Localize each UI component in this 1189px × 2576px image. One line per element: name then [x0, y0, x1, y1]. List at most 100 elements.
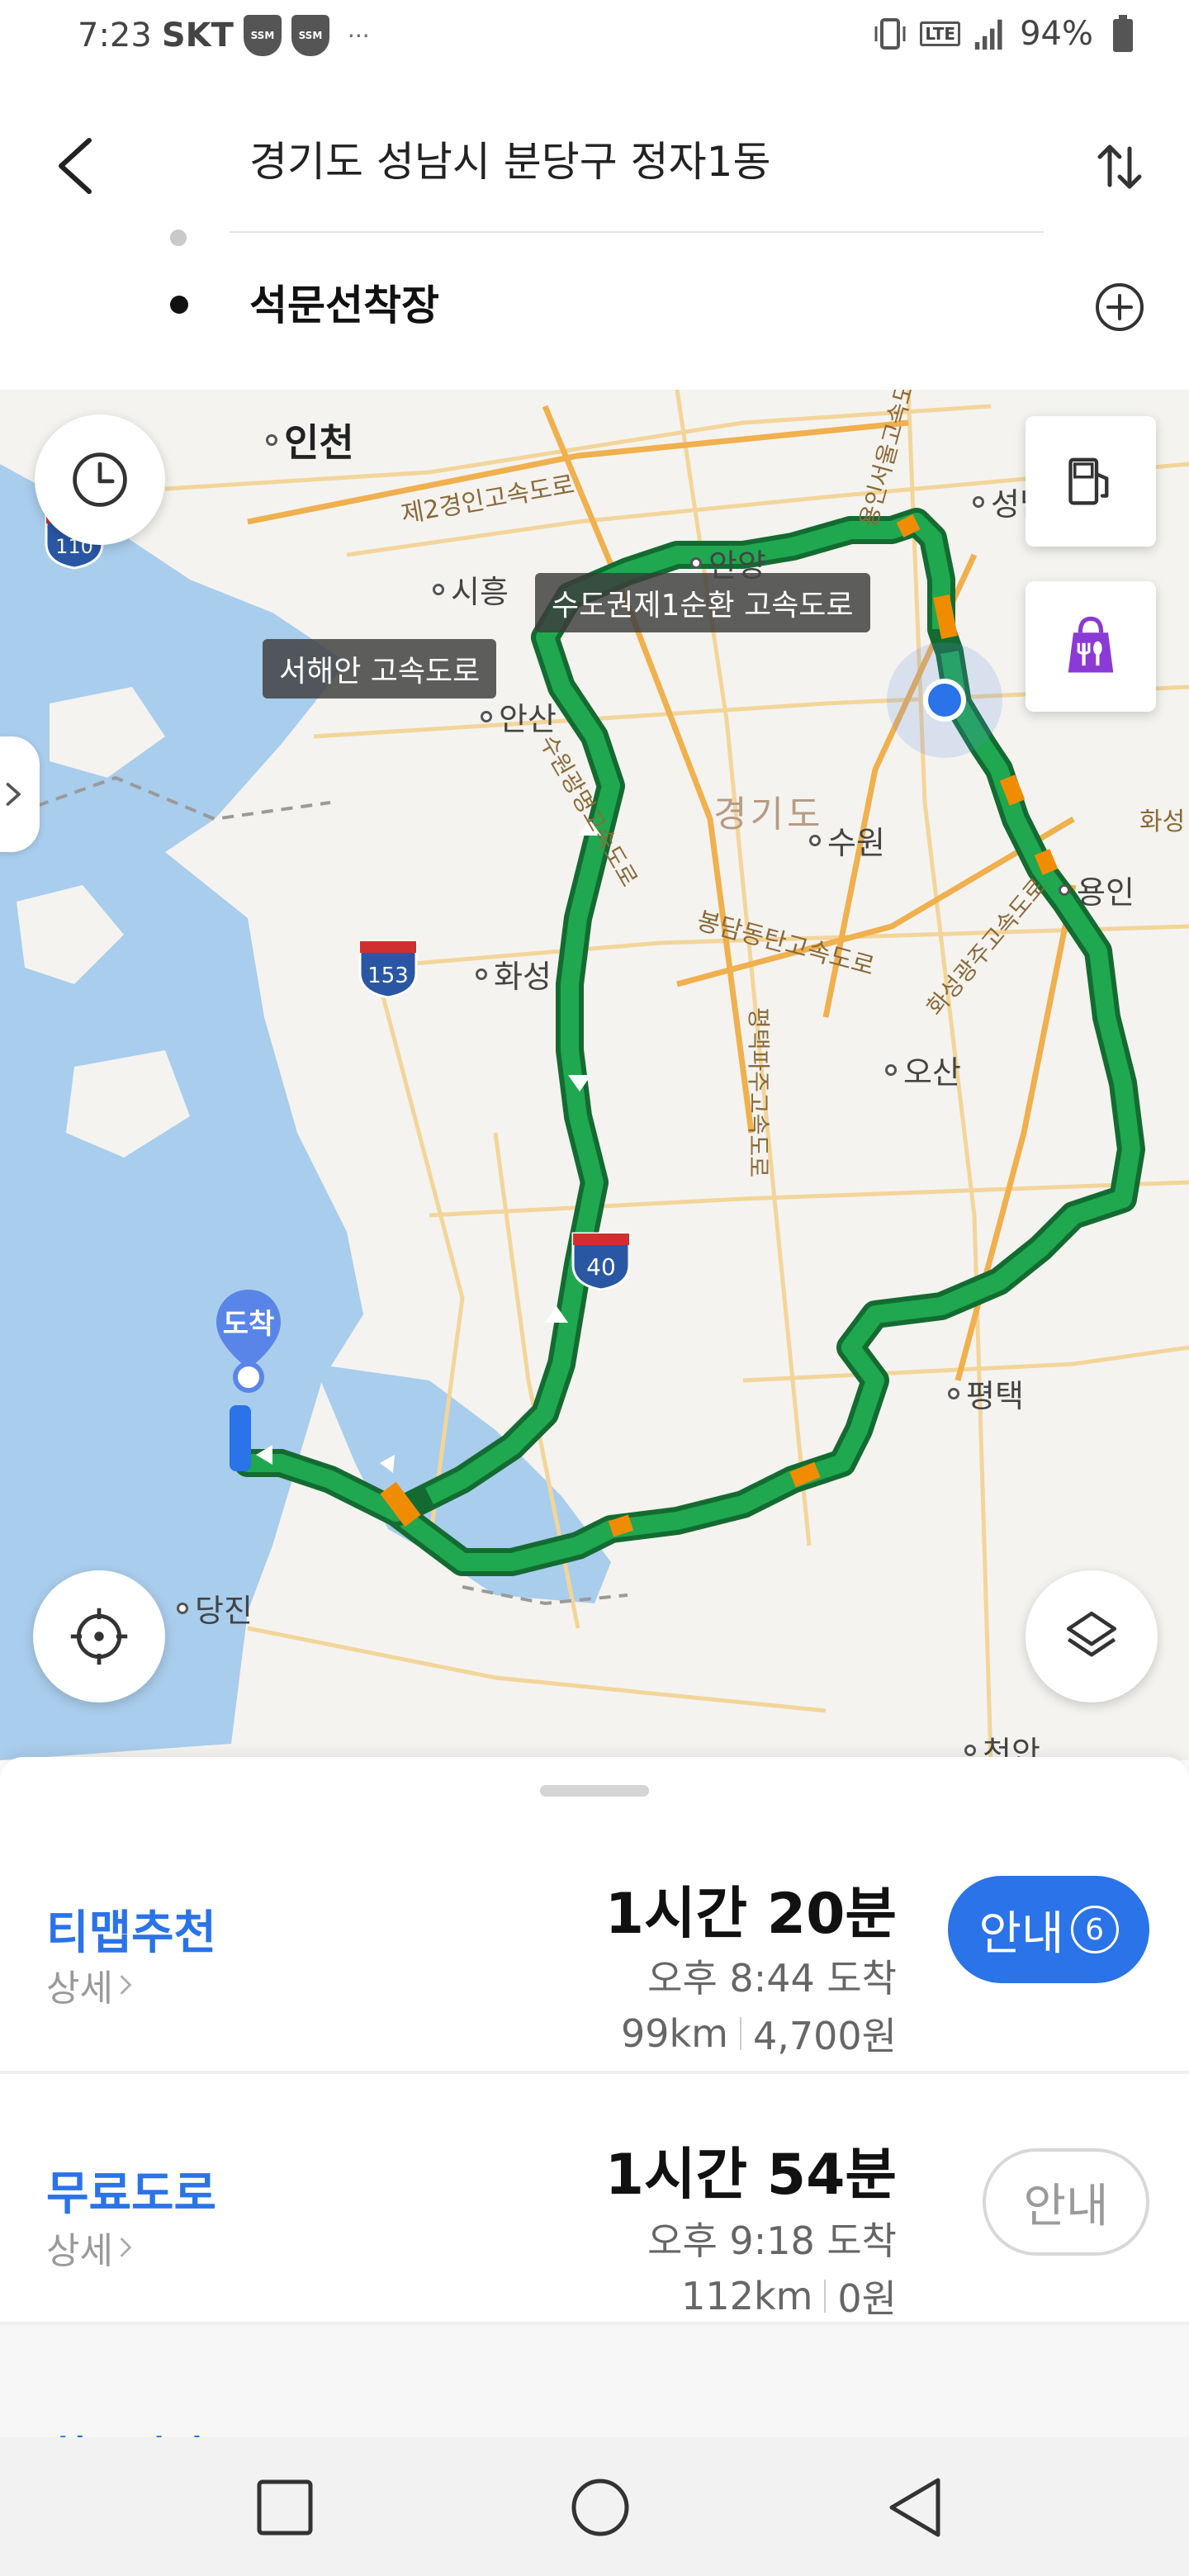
history-button[interactable]	[35, 414, 165, 545]
city-name: 안산	[499, 701, 557, 737]
route-option-name: 티맵추천	[46, 1906, 217, 1960]
route-detail-link[interactable]: 상세	[46, 1958, 133, 2011]
route-arrival-time: 오후 9:18 도착	[647, 2218, 897, 2263]
city-dot-icon	[177, 1602, 188, 1614]
status-bar: 7:23 SKT SSM SSM ··· LTE 94%	[0, 0, 1189, 79]
route-option-row[interactable]: 티맵추천 상세 1시간 20분 오후 8:44 도착 99km 4,700원 안…	[0, 1813, 1189, 2071]
city-dot-icon	[481, 710, 492, 722]
route-fee: 4,700원	[752, 2014, 897, 2058]
header-divider	[230, 231, 1044, 233]
city-name: 화성	[494, 959, 552, 995]
route-option-row[interactable]: 무료도로 상세 1시간 54분 오후 9:18 도착 112km 0원 안내	[0, 2076, 1189, 2333]
city-label: 인천	[266, 413, 354, 467]
city-label: 화성	[476, 951, 552, 997]
recents-icon[interactable]	[248, 2470, 322, 2545]
city-name: 당진	[195, 1593, 253, 1629]
map-view[interactable]: 수도권제1순환 고속도로 서해안 고속도로 인천 시흥 안양 안산 수원 용인 …	[0, 390, 1189, 1760]
side-panel-tab[interactable]	[0, 736, 40, 852]
origin-input[interactable]: 경기도 성남시 분당구 정자1동	[249, 129, 771, 188]
city-name: 수원	[827, 825, 885, 861]
chevron-right-icon	[6, 783, 21, 806]
route-options-sheet: 티맵추천 상세 1시간 20분 오후 8:44 도착 99km 4,700원 안…	[0, 1757, 1189, 2441]
arrival-pin-label: 도착	[222, 1308, 275, 1341]
restaurant-icon	[1068, 616, 1114, 673]
city-dot-icon	[973, 495, 984, 508]
city-label: 안산	[481, 694, 557, 739]
restaurant-button[interactable]	[1026, 581, 1156, 712]
city-label: 안양	[690, 540, 766, 585]
city-name: 평택	[966, 1378, 1024, 1414]
city-label: 용인	[1059, 867, 1135, 912]
city-label: 평택	[948, 1371, 1024, 1416]
city-dot-icon	[690, 556, 702, 569]
city-label: 당진	[177, 1585, 253, 1631]
road-label: 서해안 고속도로	[263, 639, 497, 698]
status-left: 7:23 SKT SSM SSM ···	[78, 15, 370, 56]
route-header: 경기도 성남시 분당구 정자1동 석문선착장	[0, 79, 1189, 390]
city-dot-icon	[476, 968, 487, 980]
back-arrow-icon[interactable]	[43, 129, 109, 203]
vibrate-icon	[874, 18, 906, 50]
status-more-icon: ···	[347, 21, 370, 50]
city-label: 천안	[964, 1727, 1040, 1760]
region-label: 경기도	[713, 793, 824, 836]
battery-icon	[1113, 15, 1133, 52]
destination-dot	[170, 296, 188, 314]
row-divider	[0, 2071, 1189, 2074]
road-name-text: 화성	[1139, 807, 1186, 836]
shield-number: 40	[586, 1253, 616, 1281]
locate-button[interactable]	[33, 1570, 165, 1702]
start-guidance-button[interactable]: 안내 6	[948, 1876, 1149, 1983]
more-route-options[interactable]: 최소시간	[0, 2325, 1189, 2441]
city-dot-icon	[433, 583, 444, 595]
gps-locate-icon	[70, 1608, 128, 1665]
ssm-badge-icon: SSM	[291, 15, 329, 56]
home-icon[interactable]	[563, 2470, 637, 2545]
add-waypoint-icon[interactable]	[1090, 277, 1149, 337]
city-dot-icon	[885, 1063, 897, 1076]
shield-number: 153	[367, 964, 409, 988]
guide-label: 안내	[978, 1906, 1064, 1961]
clock-icon	[73, 452, 127, 507]
sheet-drag-handle[interactable]	[540, 1785, 649, 1797]
route-detail-label: 상세	[46, 1968, 113, 2010]
city-name: 천안	[983, 1735, 1040, 1760]
city-dot-icon	[964, 1744, 976, 1756]
layers-icon	[1066, 1611, 1117, 1657]
route-duration: 1시간 54분	[604, 2143, 897, 2208]
lte-icon: LTE	[920, 21, 961, 46]
system-nav-bar	[0, 2437, 1189, 2576]
city-name: 안양	[708, 547, 766, 584]
current-location-dot	[928, 684, 961, 717]
city-label: 오산	[885, 1047, 961, 1092]
start-guidance-button[interactable]: 안내	[983, 2148, 1149, 2256]
swap-icon[interactable]	[1090, 137, 1149, 197]
back-nav-icon[interactable]	[879, 2470, 953, 2545]
route-duration: 1시간 20분	[604, 1882, 897, 1947]
chevron-right-icon	[120, 1975, 132, 1995]
gas-station-button[interactable]	[1026, 416, 1156, 547]
destination-input[interactable]: 석문선착장	[249, 272, 439, 332]
status-carrier: SKT	[161, 17, 234, 54]
highway-shield-icon: 40	[571, 1232, 631, 1291]
city-dot-icon	[948, 1387, 959, 1399]
status-time: 7:23	[78, 17, 152, 54]
layers-button[interactable]	[1026, 1570, 1158, 1702]
city-name: 시흥	[451, 574, 509, 610]
city-name: 오산	[903, 1054, 961, 1091]
route-detail-link[interactable]: 상세	[46, 2221, 133, 2274]
guide-countdown-badge: 6	[1070, 1906, 1119, 1953]
route-fee: 0원	[837, 2276, 897, 2321]
route-arrival-time: 오후 8:44 도착	[647, 1956, 897, 2001]
route-distance: 112km	[681, 2274, 813, 2318]
city-dot-icon	[1059, 883, 1070, 896]
gas-station-icon	[1068, 457, 1109, 505]
origin-dot	[170, 230, 187, 246]
highway-shield-icon: 153	[358, 940, 418, 999]
separator	[739, 2017, 741, 2050]
ssm-badge-icon: SSM	[243, 15, 282, 56]
separator	[824, 2280, 827, 2313]
city-name: 인천	[284, 420, 354, 465]
route-distance: 99km	[621, 2011, 728, 2056]
city-label: 시흥	[433, 566, 509, 612]
